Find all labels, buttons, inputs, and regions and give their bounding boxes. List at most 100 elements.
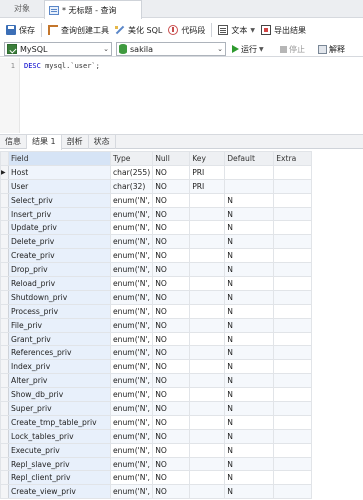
- tab-status[interactable]: 状态: [89, 135, 116, 149]
- table-row[interactable]: Super_priv enum('N', NO N: [0, 401, 313, 416]
- extra-cell[interactable]: [273, 442, 313, 458]
- default-cell[interactable]: N: [224, 442, 275, 458]
- table-row[interactable]: Create_view_priv enum('N', NO N: [0, 484, 313, 500]
- type-cell[interactable]: enum('N',: [109, 206, 154, 222]
- extra-cell[interactable]: [273, 359, 313, 375]
- default-cell[interactable]: N: [224, 206, 275, 222]
- extra-cell[interactable]: [273, 262, 313, 278]
- null-cell[interactable]: NO: [152, 289, 191, 305]
- table-row[interactable]: Shutdown_priv enum('N', NO N: [0, 289, 313, 305]
- type-cell[interactable]: enum('N',: [109, 192, 154, 208]
- type-cell[interactable]: enum('N',: [109, 401, 154, 416]
- null-cell[interactable]: NO: [152, 164, 191, 180]
- field-cell[interactable]: Insert_priv: [8, 206, 111, 222]
- sql-editor[interactable]: 1 DESC mysql.`user`;: [0, 58, 363, 133]
- extra-cell[interactable]: [273, 234, 313, 250]
- code-snippet-button[interactable]: 代码段: [165, 21, 208, 39]
- type-cell[interactable]: char(32): [109, 178, 154, 194]
- stop-button[interactable]: 停止: [280, 42, 305, 56]
- table-row[interactable]: File_priv enum('N', NO N: [0, 317, 313, 333]
- null-cell[interactable]: NO: [152, 484, 191, 500]
- key-cell[interactable]: [189, 234, 226, 250]
- extra-cell[interactable]: [273, 484, 313, 500]
- row-selector[interactable]: [0, 359, 9, 375]
- current-row-marker-icon[interactable]: ▶: [0, 164, 9, 180]
- extra-cell[interactable]: [273, 401, 313, 416]
- extra-cell[interactable]: [273, 289, 313, 305]
- row-selector[interactable]: [0, 317, 9, 333]
- key-cell[interactable]: [189, 276, 226, 291]
- table-row[interactable]: Insert_priv enum('N', NO N: [0, 206, 313, 222]
- key-cell[interactable]: [189, 470, 226, 486]
- row-selector[interactable]: [0, 303, 9, 319]
- key-cell[interactable]: [189, 317, 226, 333]
- extra-cell[interactable]: [273, 206, 313, 222]
- null-cell[interactable]: NO: [152, 303, 191, 319]
- connection-select[interactable]: MySQL ⌄: [4, 42, 112, 56]
- row-selector[interactable]: [0, 387, 9, 403]
- extra-cell[interactable]: [273, 387, 313, 403]
- null-cell[interactable]: NO: [152, 442, 191, 458]
- row-selector[interactable]: [0, 248, 9, 264]
- field-cell[interactable]: Index_priv: [8, 359, 111, 375]
- extra-cell[interactable]: [273, 373, 313, 389]
- field-cell[interactable]: Process_priv: [8, 303, 111, 319]
- table-row[interactable]: Process_priv enum('N', NO N: [0, 303, 313, 319]
- null-cell[interactable]: NO: [152, 414, 191, 430]
- field-cell[interactable]: Drop_priv: [8, 262, 111, 278]
- default-cell[interactable]: N: [224, 220, 275, 236]
- column-header-type[interactable]: Type: [109, 151, 154, 166]
- key-cell[interactable]: [189, 414, 226, 430]
- query-builder-button[interactable]: 查询创建工具: [45, 21, 112, 39]
- row-selector[interactable]: [0, 220, 9, 236]
- type-cell[interactable]: enum('N',: [109, 359, 154, 375]
- field-cell[interactable]: Reload_priv: [8, 276, 111, 291]
- type-cell[interactable]: enum('N',: [109, 428, 154, 444]
- key-cell[interactable]: [189, 456, 226, 472]
- chevron-down-icon[interactable]: ▼: [259, 46, 264, 53]
- extra-cell[interactable]: [273, 303, 313, 319]
- field-cell[interactable]: Super_priv: [8, 401, 111, 416]
- row-selector[interactable]: [0, 331, 9, 347]
- row-selector[interactable]: [0, 178, 9, 194]
- default-cell[interactable]: N: [224, 345, 275, 361]
- key-cell[interactable]: [189, 262, 226, 278]
- default-cell[interactable]: N: [224, 234, 275, 250]
- row-selector[interactable]: [0, 192, 9, 208]
- row-selector[interactable]: [0, 414, 9, 430]
- row-selector[interactable]: [0, 206, 9, 222]
- type-cell[interactable]: enum('N',: [109, 289, 154, 305]
- table-row[interactable]: Create_priv enum('N', NO N: [0, 248, 313, 264]
- default-cell[interactable]: N: [224, 373, 275, 389]
- field-cell[interactable]: Execute_priv: [8, 442, 111, 458]
- extra-cell[interactable]: [273, 164, 313, 180]
- table-row[interactable]: ▶ Host char(255) NO PRI: [0, 164, 313, 180]
- type-cell[interactable]: enum('N',: [109, 373, 154, 389]
- type-cell[interactable]: enum('N',: [109, 276, 154, 291]
- table-row[interactable]: Execute_priv enum('N', NO N: [0, 442, 313, 458]
- row-selector[interactable]: [0, 289, 9, 305]
- column-header-null[interactable]: Null: [152, 151, 191, 166]
- row-selector[interactable]: [0, 234, 9, 250]
- type-cell[interactable]: enum('N',: [109, 484, 154, 500]
- type-cell[interactable]: enum('N',: [109, 303, 154, 319]
- null-cell[interactable]: NO: [152, 276, 191, 291]
- table-row[interactable]: Select_priv enum('N', NO N: [0, 192, 313, 208]
- field-cell[interactable]: Create_tmp_table_priv: [8, 414, 111, 430]
- type-cell[interactable]: enum('N',: [109, 248, 154, 264]
- field-cell[interactable]: Host: [8, 164, 111, 180]
- save-button[interactable]: 保存: [3, 21, 38, 39]
- field-cell[interactable]: Grant_priv: [8, 331, 111, 347]
- null-cell[interactable]: NO: [152, 359, 191, 375]
- default-cell[interactable]: N: [224, 276, 275, 291]
- row-selector[interactable]: [0, 276, 9, 291]
- null-cell[interactable]: NO: [152, 456, 191, 472]
- null-cell[interactable]: NO: [152, 387, 191, 403]
- row-selector[interactable]: [0, 484, 9, 500]
- extra-cell[interactable]: [273, 456, 313, 472]
- table-row[interactable]: Alter_priv enum('N', NO N: [0, 373, 313, 389]
- default-cell[interactable]: N: [224, 456, 275, 472]
- field-cell[interactable]: Repl_client_priv: [8, 470, 111, 486]
- null-cell[interactable]: NO: [152, 262, 191, 278]
- null-cell[interactable]: NO: [152, 331, 191, 347]
